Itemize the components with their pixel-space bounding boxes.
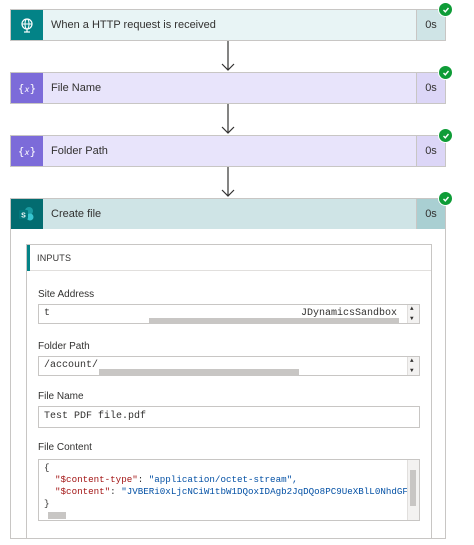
variable-icon: {x} [11, 136, 43, 166]
inputs-header[interactable]: INPUTS [27, 245, 431, 271]
folder-path-field[interactable]: /account/ ▲ ▼ [38, 356, 420, 376]
redaction-mark [149, 318, 399, 323]
step-file-name[interactable]: {x} File Name 0s [10, 65, 453, 104]
vertical-scrollbar[interactable] [407, 460, 419, 520]
arrow-down-icon [221, 167, 235, 197]
success-check-icon [438, 2, 453, 17]
scrollbar-thumb[interactable] [410, 470, 416, 506]
step-title: File Name [51, 82, 102, 94]
success-check-icon [438, 128, 453, 143]
sharepoint-icon: S [11, 199, 43, 229]
site-address-field[interactable]: t JDynamicsSandbox ▲ ▼ [38, 304, 420, 324]
inputs-heading: INPUTS [37, 253, 72, 263]
file-name-label: File Name [38, 391, 84, 402]
arrow-down-icon [221, 104, 235, 134]
redaction-mark [99, 369, 299, 375]
code-line: } [44, 498, 50, 509]
file-content-field[interactable]: { "$content-type": "application/octet-st… [38, 459, 420, 521]
variable-icon: {x} [11, 73, 43, 103]
folder-path-value: /account/ [44, 360, 99, 371]
scrollbar[interactable]: ▲ ▼ [407, 305, 419, 323]
code-line: "$content-type": "application/octet-stre… [55, 474, 298, 485]
site-address-value-start: t [44, 308, 51, 319]
globe-request-icon [11, 10, 43, 40]
svg-text:S: S [21, 212, 26, 219]
step-http-request[interactable]: When a HTTP request is received 0s [10, 2, 453, 41]
step-title: Create file [51, 208, 102, 220]
site-address-label: Site Address [38, 289, 95, 300]
horizontal-scrollbar-thumb[interactable] [48, 512, 66, 519]
scrollbar[interactable]: ▲ ▼ [407, 357, 419, 375]
file-name-field[interactable]: Test PDF file.pdf [38, 406, 420, 428]
step-title: When a HTTP request is received [51, 19, 216, 31]
code-line: "$content": "JVBERi0xLjcNCiW1tbW1DQoxIDA… [55, 486, 414, 497]
success-check-icon [438, 65, 453, 80]
step-create-file[interactable]: S Create file 0s [10, 191, 453, 230]
step-title: Folder Path [51, 145, 108, 157]
success-check-icon [438, 191, 453, 206]
file-name-value: Test PDF file.pdf [44, 411, 147, 422]
arrow-down-icon [221, 41, 235, 71]
code-line: { [44, 462, 50, 473]
folder-path-label: Folder Path [38, 341, 90, 352]
file-content-label: File Content [38, 442, 92, 453]
step-folder-path[interactable]: {x} Folder Path 0s [10, 128, 453, 167]
accent-bar [27, 245, 30, 271]
